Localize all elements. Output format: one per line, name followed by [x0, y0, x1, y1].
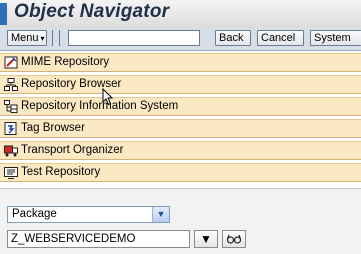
toolbar-separator-handle: [52, 30, 60, 46]
mime-repository-icon: [4, 56, 18, 69]
system-button[interactable]: System: [310, 30, 361, 46]
nav-item-transport-organizer[interactable]: Transport Organizer: [0, 141, 361, 160]
menu-button[interactable]: Menu ▾: [7, 30, 47, 46]
nav-item-mime-repository[interactable]: MIME Repository: [0, 53, 361, 72]
nav-item-repository-browser[interactable]: Repository Browser: [0, 75, 361, 94]
display-button[interactable]: [222, 230, 246, 248]
nav-item-repository-information-system[interactable]: Repository Information System: [0, 97, 361, 116]
nav-item-label: Test Repository: [21, 166, 101, 178]
repository-information-system-icon: [4, 100, 18, 113]
menu-arrow-icon: ▾: [40, 34, 45, 43]
chevron-down-icon[interactable]: ▼: [152, 207, 169, 222]
object-type-selected-value: Package: [12, 208, 57, 220]
nav-item-test-repository[interactable]: Test Repository: [0, 163, 361, 182]
menu-label: Menu: [11, 32, 39, 44]
nav-item-tag-browser[interactable]: Tag Browser: [0, 119, 361, 138]
object-type-select[interactable]: Package ▼: [7, 206, 170, 223]
command-field[interactable]: [68, 30, 200, 46]
tag-browser-icon: [4, 122, 17, 135]
glasses-icon: [226, 234, 242, 244]
page-title: Object Navigator: [14, 1, 170, 22]
object-name-input[interactable]: [7, 230, 190, 248]
cancel-button[interactable]: Cancel: [257, 30, 304, 46]
title-bar: Object Navigator: [0, 0, 361, 29]
triangle-down-icon: ▼: [200, 232, 212, 246]
mouse-cursor-icon: [102, 88, 114, 106]
object-list-dropdown-button[interactable]: ▼: [194, 230, 218, 248]
transport-organizer-icon: [4, 145, 18, 157]
title-accent-bar: [0, 3, 7, 25]
test-repository-icon: [4, 167, 18, 179]
nav-item-label: Repository Information System: [21, 100, 179, 112]
back-button[interactable]: Back: [215, 30, 251, 46]
nav-item-label: Transport Organizer: [21, 144, 124, 156]
nav-item-label: MIME Repository: [21, 56, 110, 68]
toolbar: Menu ▾ Back Cancel System: [0, 28, 361, 51]
repository-browser-icon: [4, 78, 18, 91]
nav-item-label: Tag Browser: [21, 122, 85, 134]
